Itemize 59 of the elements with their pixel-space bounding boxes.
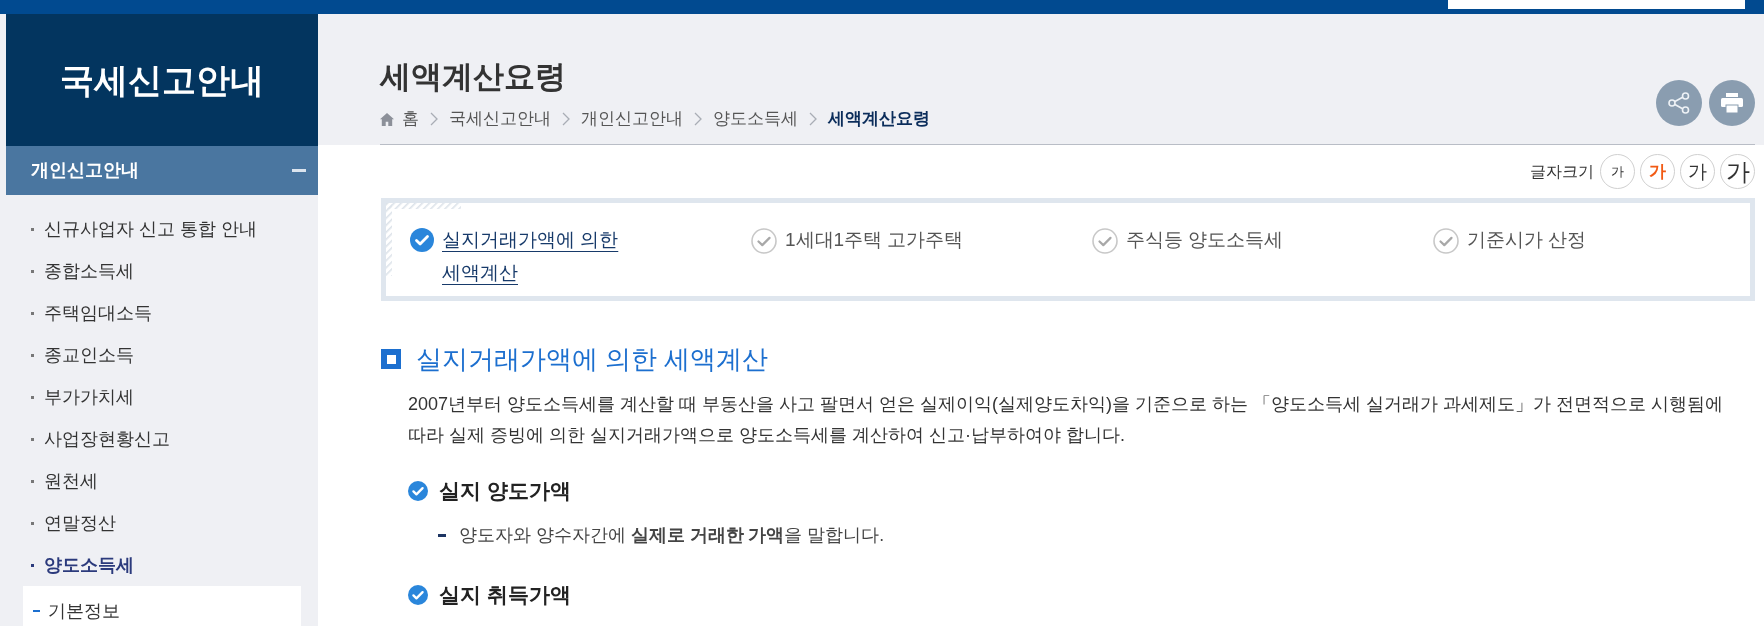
sidebar-menu-item[interactable]: 종합소득세 — [6, 250, 318, 292]
section-heading: 실지거래가액에 의한 세액계산 — [416, 343, 769, 376]
print-icon — [1721, 93, 1743, 113]
search-field[interactable] — [1448, 0, 1745, 9]
home-icon — [380, 112, 394, 126]
sidebar-menu-item[interactable]: 양도소득세 — [6, 544, 318, 586]
breadcrumb-link[interactable]: 세액계산요령 — [828, 106, 930, 132]
bullet-icon — [31, 227, 34, 231]
bullet-icon — [31, 437, 34, 441]
tab[interactable]: 1세대1주택 고가주택 — [751, 223, 964, 256]
bullet-icon — [31, 353, 34, 357]
check-circle-icon — [408, 585, 428, 605]
breadcrumb-link[interactable]: 국세신고안내 — [449, 106, 551, 132]
check-circle-icon — [1092, 228, 1118, 254]
sidebar-menu-item[interactable]: 원천세 — [6, 460, 318, 502]
chevron-right-icon — [809, 112, 817, 126]
bullet-icon — [31, 311, 34, 315]
chevron-right-icon — [562, 112, 570, 126]
bullet-icon — [31, 269, 34, 273]
font-size-label: 글자크기 — [1530, 161, 1594, 182]
check-circle-icon — [408, 481, 428, 501]
square-icon — [381, 349, 401, 369]
point-text: 양도자와 양수자간에 실제로 거래한 가액을 말합니다. — [459, 524, 885, 547]
sidebar-title: 국세신고안내 — [60, 60, 264, 101]
sidebar-menu-item[interactable]: 부가가치세 — [6, 376, 318, 418]
intro-paragraph: 2007년부터 양도소득세를 계산할 때 부동산을 사고 팔면서 얻은 실제이익(실제양도차익)을 기준으로 하는 「양도소득세 실거래가 과세제도」가 전면적으로 시행됨에 따라 실제 증빙에 의한 실지거래가액으로 양도소득세를 계산하여 신고·납부하여야 합니다. — [408, 393, 1725, 447]
subsection-heading: 실지 양도가액 — [439, 478, 571, 504]
chevron-right-icon — [694, 112, 702, 126]
font-size-button[interactable]: 가 — [1680, 154, 1715, 189]
share-button[interactable] — [1656, 80, 1702, 126]
check-circle-icon — [410, 228, 434, 252]
dash-icon — [438, 533, 446, 537]
font-size-button[interactable]: 가 — [1720, 154, 1755, 189]
breadcrumb-link[interactable]: 홈 — [380, 106, 419, 132]
tab[interactable]: 기준시가 산정 — [1433, 223, 1587, 256]
share-icon — [1668, 92, 1690, 114]
check-circle-icon — [751, 228, 777, 254]
bullet-icon — [31, 521, 34, 525]
page-title: 세액계산요령 — [380, 58, 567, 96]
sidebar-menu-item[interactable]: 종교인소득 — [6, 334, 318, 376]
sidebar-menu-item[interactable]: 신규사업자 신고 통합 안내 — [6, 208, 318, 250]
bullet-icon — [31, 563, 34, 567]
dash-icon — [33, 610, 40, 612]
chevron-right-icon — [430, 112, 438, 126]
sidebar-menu-item[interactable]: 사업장현황신고 — [6, 418, 318, 460]
print-button[interactable] — [1709, 80, 1755, 126]
tab[interactable]: 실지거래가액에 의한 세액계산 — [410, 223, 657, 289]
bullet-icon — [31, 479, 34, 483]
sidebar-section-header[interactable]: 개인신고안내 — [6, 146, 318, 195]
bullet-icon — [31, 395, 34, 399]
submenu-item[interactable]: 기본정보 — [23, 590, 301, 626]
breadcrumb-link[interactable]: 개인신고안내 — [581, 106, 683, 132]
font-size-button[interactable]: 가 — [1600, 154, 1635, 189]
sidebar-menu-item[interactable]: 연말정산 — [6, 502, 318, 544]
subsection-heading: 실지 취득가액 — [439, 582, 571, 608]
sidebar-menu-item[interactable]: 주택임대소득 — [6, 292, 318, 334]
tab[interactable]: 주식등 양도소득세 — [1092, 223, 1284, 256]
check-circle-icon — [1433, 228, 1459, 254]
breadcrumb-link[interactable]: 양도소득세 — [713, 106, 798, 132]
